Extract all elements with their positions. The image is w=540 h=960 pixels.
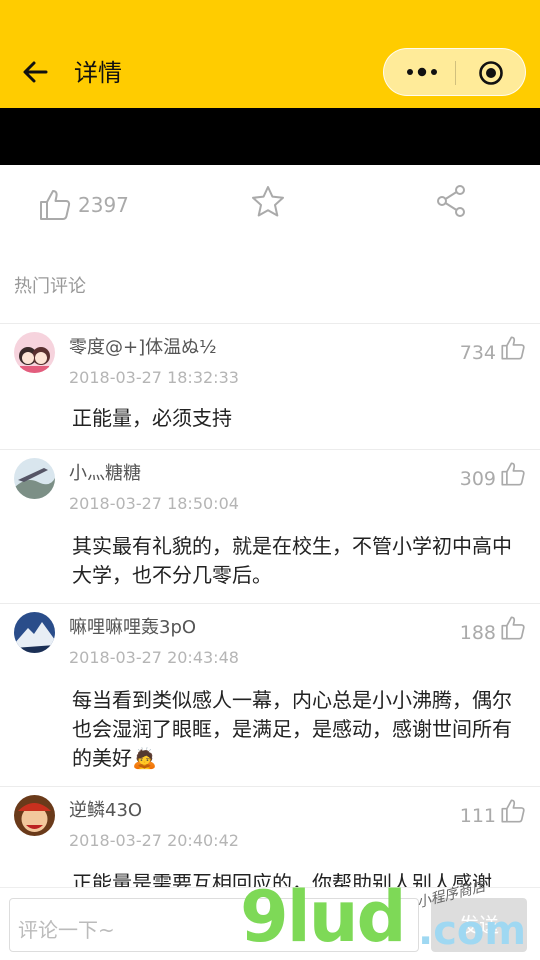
avatar[interactable] bbox=[14, 612, 55, 653]
back-arrow-icon bbox=[23, 61, 48, 83]
comment-like-count: 734 bbox=[459, 342, 496, 364]
thumbs-up-icon bbox=[40, 190, 71, 220]
comment-like-button[interactable]: 734 bbox=[460, 332, 526, 364]
comment-text: 正能量是需要互相回应的，你帮助别人别人感谢 bbox=[72, 871, 492, 887]
comment-text: 正能量，必须支持 bbox=[72, 406, 232, 430]
favorite-button[interactable] bbox=[250, 184, 286, 224]
thumbs-up-icon bbox=[501, 336, 525, 360]
like-count: 2397 bbox=[78, 193, 129, 217]
comment-item: 逆鳞43O 2018-03-27 20:40:42 111 正能量是需要互相回应… bbox=[0, 787, 540, 887]
comment-item: 嘛哩嘛哩轰3pO 2018-03-27 20:43:48 188 每当看到类似感… bbox=[0, 604, 540, 786]
page-title: 详情 bbox=[74, 59, 122, 87]
navigation-bar: 详情 bbox=[0, 0, 540, 108]
comment-input-placeholder: 评论一下~ bbox=[18, 918, 115, 942]
more-button[interactable] bbox=[402, 49, 442, 95]
avatar[interactable] bbox=[14, 332, 55, 373]
send-button[interactable]: 发送 bbox=[431, 898, 527, 952]
comment-composer: 评论一下~ 发送 bbox=[0, 887, 540, 960]
comment-like-count: 309 bbox=[459, 468, 496, 490]
comment-timestamp: 2018-03-27 20:40:42 bbox=[69, 831, 239, 850]
star-icon bbox=[252, 186, 284, 217]
action-bar: 2397 bbox=[0, 165, 540, 245]
media-banner bbox=[0, 108, 540, 165]
comment-like-count: 188 bbox=[459, 622, 496, 644]
share-button[interactable] bbox=[435, 183, 467, 223]
thumbs-up-icon bbox=[501, 799, 525, 823]
thumbs-up-icon bbox=[501, 462, 525, 486]
comment-username: 逆鳞43O bbox=[69, 800, 143, 821]
mini-program-capsule bbox=[383, 48, 526, 96]
capsule-divider bbox=[455, 61, 456, 85]
share-icon bbox=[437, 185, 465, 217]
comment-timestamp: 2018-03-27 18:50:04 bbox=[69, 494, 239, 513]
comment-like-button[interactable]: 188 bbox=[460, 612, 526, 644]
comment-input[interactable]: 评论一下~ bbox=[9, 898, 419, 952]
comment-timestamp: 2018-03-27 20:43:48 bbox=[69, 648, 239, 667]
comment-text: 其实最有礼貌的，就是在校生，不管小学初中高中大学，也不分几零后。 bbox=[72, 534, 512, 587]
comment-text: 每当看到类似感人一幕，内心总是小小沸腾，偶尔也会湿润了眼眶，是满足，是感动，感谢… bbox=[72, 688, 512, 770]
comment-username: 零度@+]体温ぬ½ bbox=[69, 337, 217, 358]
comment-like-button[interactable]: 309 bbox=[460, 458, 526, 490]
target-circle-icon bbox=[479, 61, 503, 85]
comment-timestamp: 2018-03-27 18:32:33 bbox=[69, 368, 239, 387]
close-button[interactable] bbox=[478, 60, 504, 86]
like-button[interactable]: 2397 bbox=[38, 187, 129, 223]
comment-like-button[interactable]: 111 bbox=[460, 795, 526, 827]
comment-username: 嘛哩嘛哩轰3pO bbox=[69, 617, 197, 638]
comment-username: 小灬糖糖 bbox=[69, 463, 141, 484]
comment-item: 零度@+]体温ぬ½ 2018-03-27 18:32:33 734 正能量，必须… bbox=[0, 324, 540, 449]
hot-comments-heading: 热门评论 bbox=[14, 276, 86, 297]
avatar[interactable] bbox=[14, 458, 55, 499]
more-dots-icon bbox=[407, 67, 437, 77]
comment-item: 小灬糖糖 2018-03-27 18:50:04 309 其实最有礼貌的，就是在… bbox=[0, 450, 540, 603]
thumbs-up-icon bbox=[501, 616, 525, 640]
avatar[interactable] bbox=[14, 795, 55, 836]
back-button[interactable] bbox=[20, 56, 56, 88]
comment-like-count: 111 bbox=[459, 805, 496, 827]
